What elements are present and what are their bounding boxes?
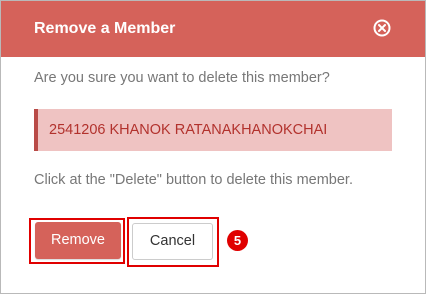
member-info-box: 2541206 KHANOK RATANAKHANOKCHAI	[34, 109, 392, 151]
remove-member-dialog: Remove a Member Are you sure you want to…	[0, 0, 426, 294]
close-icon[interactable]	[373, 19, 391, 37]
member-name: 2541206 KHANOK RATANAKHANOKCHAI	[49, 122, 328, 138]
cancel-button[interactable]: Cancel	[132, 223, 213, 260]
dialog-header: Remove a Member	[1, 1, 425, 57]
dialog-title: Remove a Member	[34, 20, 176, 37]
remove-button[interactable]: Remove	[35, 222, 121, 259]
confirm-question: Are you sure you want to delete this mem…	[34, 70, 330, 86]
delete-instruction: Click at the "Delete" button to delete t…	[34, 172, 353, 188]
step-number-badge: 5	[227, 230, 248, 251]
